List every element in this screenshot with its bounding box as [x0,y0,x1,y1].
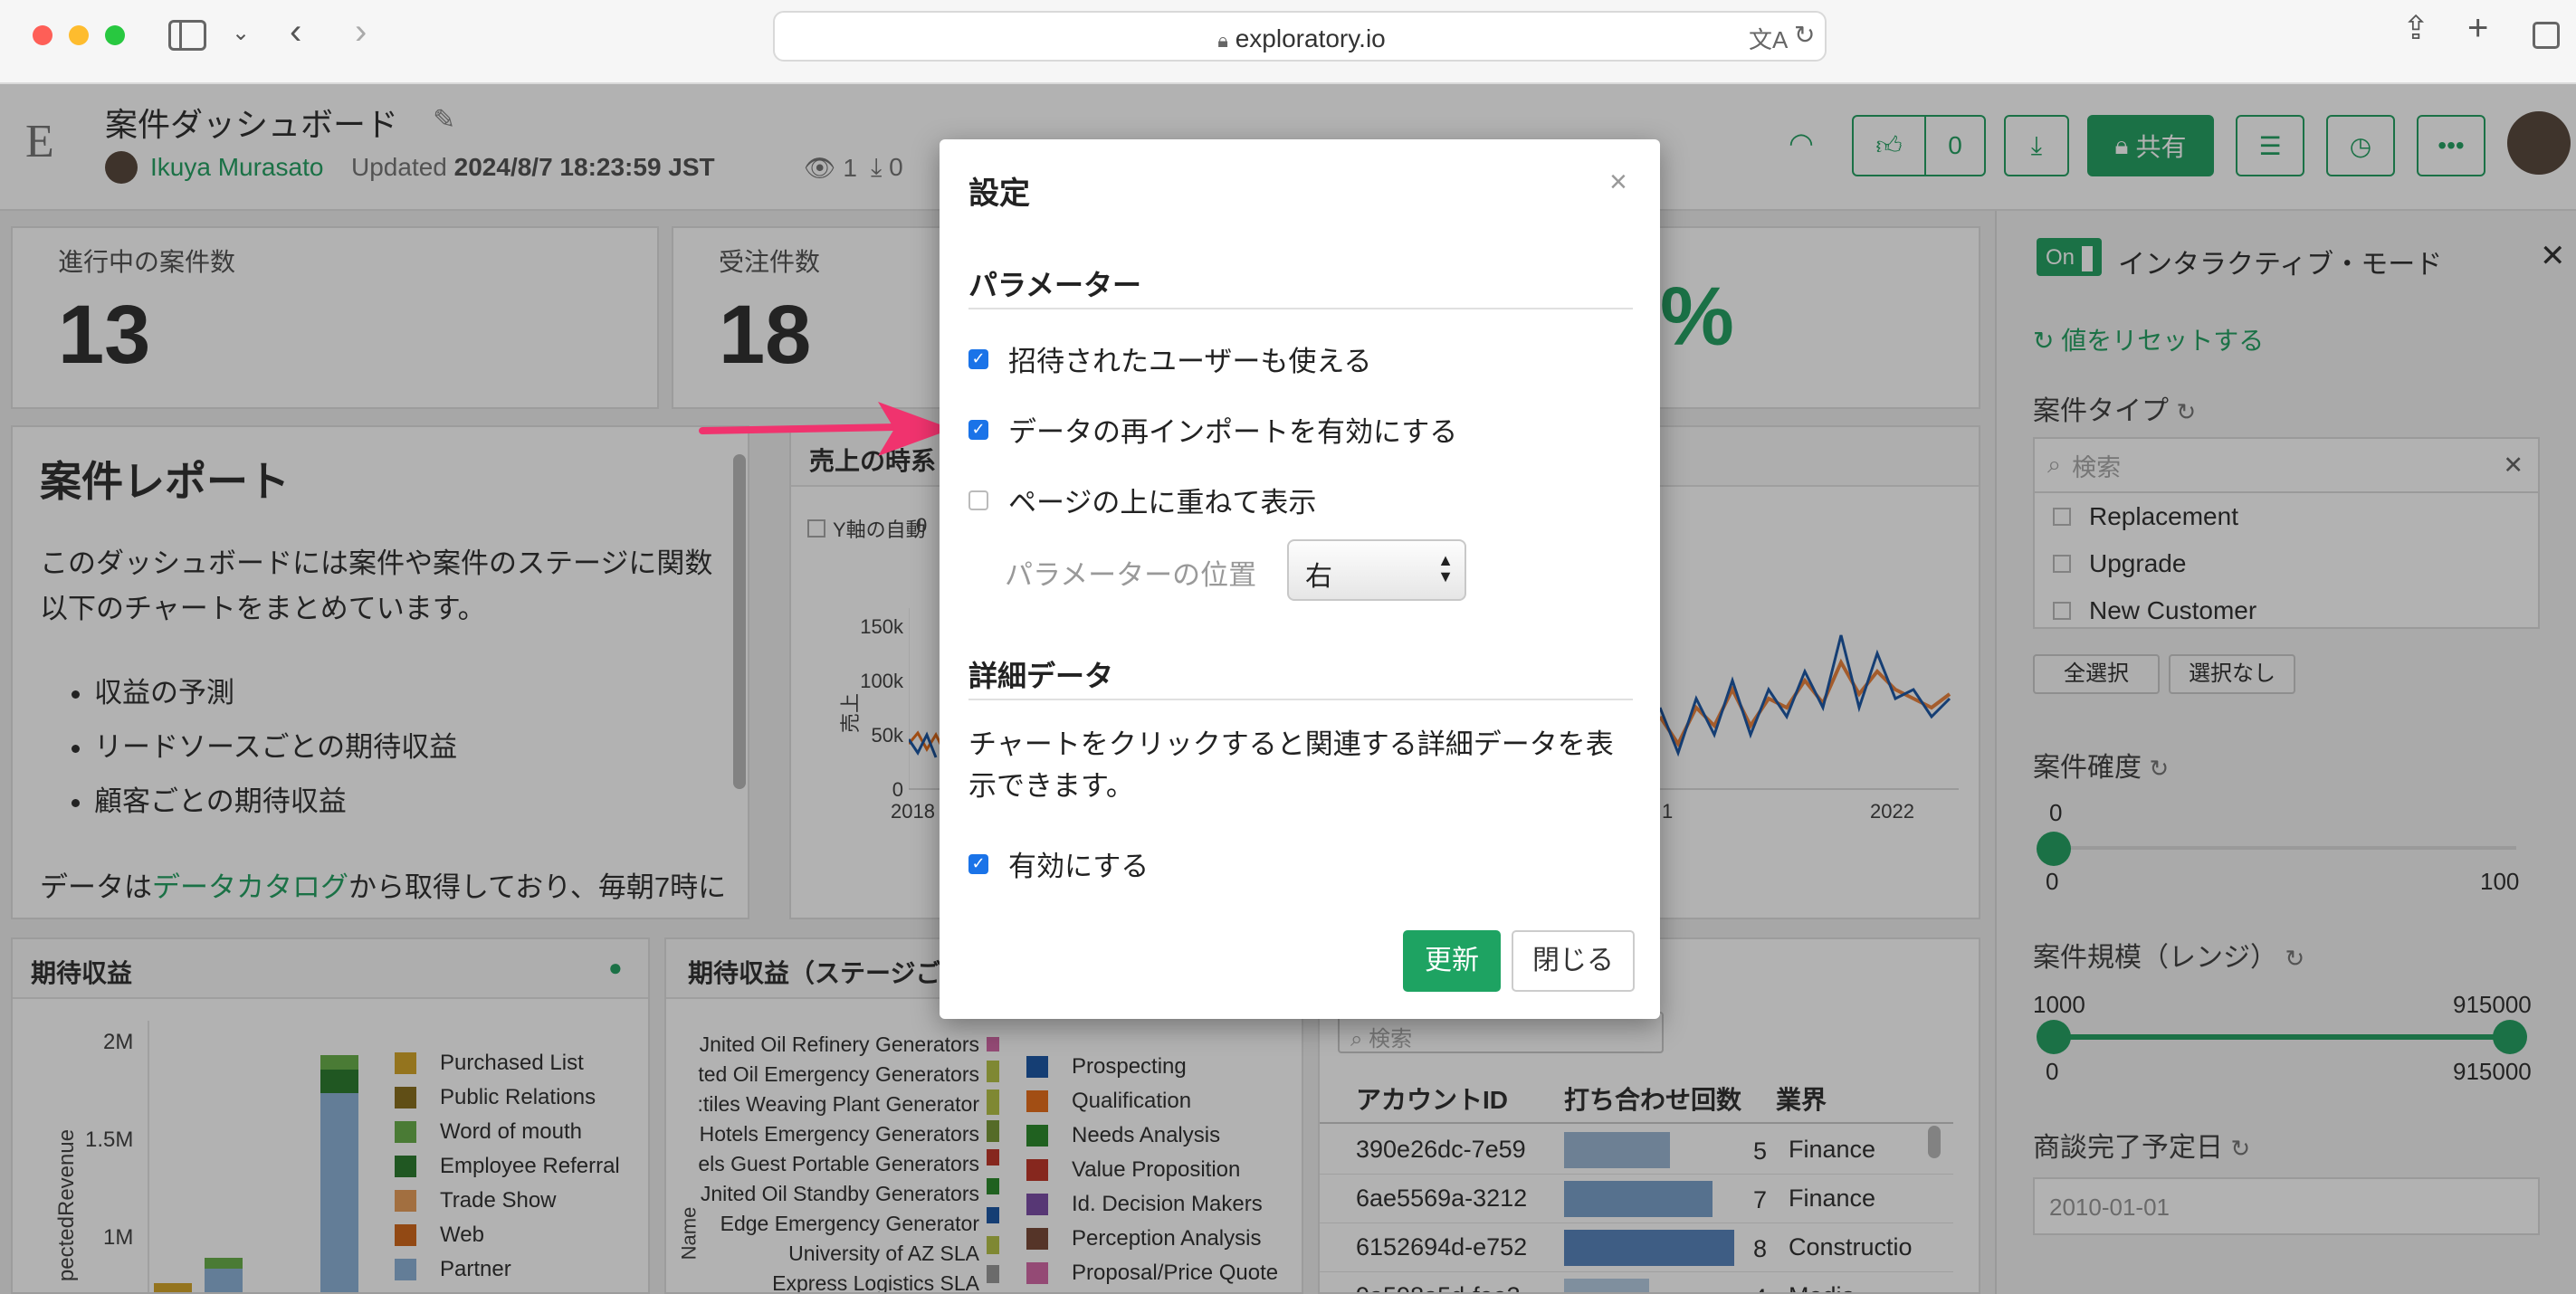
minimize-window-button[interactable] [69,25,89,45]
translate-icon[interactable]: 文A [1749,22,1788,55]
reimport-checkbox[interactable]: ✓ データの再インポートを有効にする [968,409,1457,450]
close-button[interactable]: 閉じる [1512,930,1635,992]
back-icon[interactable]: ‹ [290,14,301,50]
divider [968,308,1633,309]
forward-icon[interactable]: › [355,14,367,50]
new-tab-icon[interactable]: + [2467,10,2488,46]
tabs-overview-icon[interactable] [2533,22,2560,49]
chevron-down-icon[interactable]: ⌄ [232,18,250,49]
close-dialog-icon[interactable]: × [1609,165,1627,200]
divider [968,699,1633,700]
update-button[interactable]: 更新 [1403,930,1501,992]
lock-icon: 🔒︎ [1217,29,1228,52]
checkbox-unchecked[interactable] [968,490,988,510]
invited-users-checkbox[interactable]: ✓ 招待されたユーザーも使える [968,338,1371,379]
detail-description: チャートをクリックすると関連する詳細データを表示できます。 [968,728,1614,802]
checkbox-checked[interactable]: ✓ [968,419,988,440]
share-icon[interactable]: ⇪ [2402,12,2429,44]
position-label: パラメーターの位置 [1005,559,1257,591]
sidebar-toggle-icon[interactable] [168,20,206,51]
parameters-section-title: パラメーター [968,269,1142,301]
annotation-arrow [699,402,952,456]
settings-dialog: 設定 × パラメーター ✓ 招待されたユーザーも使える ✓ データの再インポートを有… [940,139,1660,1019]
select-arrows-icon: ▲ ▼ [1437,551,1454,585]
position-select[interactable]: 右 ▲ ▼ [1287,539,1466,601]
detail-section-title: 詳細データ [968,660,1114,692]
reload-icon[interactable]: ↻ [1794,20,1815,50]
enable-detail-checkbox[interactable]: ✓ 有効にする [968,843,1149,884]
address-bar[interactable]: 🔒︎ exploratory.io 文A ↻ [773,11,1827,62]
url-text: 🔒︎ exploratory.io [1217,24,1386,52]
overlay-checkbox[interactable]: ページの上に重ねて表示 [968,480,1316,520]
maximize-window-button[interactable] [105,25,125,45]
checkbox-checked[interactable]: ✓ [968,348,988,369]
close-window-button[interactable] [33,25,52,45]
checkbox-checked[interactable]: ✓ [968,853,988,874]
browser-toolbar: ⌄ ‹ › 🔒︎ exploratory.io 文A ↻ ⇪ + [0,0,2576,84]
dialog-title: 設定 [968,176,1030,211]
